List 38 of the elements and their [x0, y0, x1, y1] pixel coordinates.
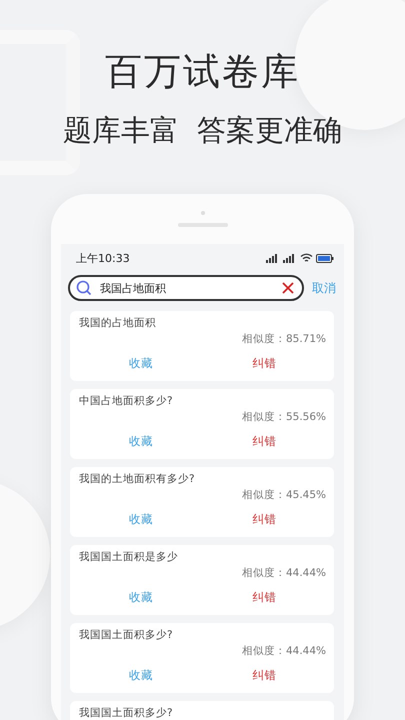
- status-time: 上午10:33: [76, 250, 130, 266]
- similarity-text: 相似度：44.44%: [240, 566, 326, 580]
- report-button[interactable]: 纠错: [252, 356, 276, 371]
- similarity-text: 相似度：45.45%: [240, 488, 326, 502]
- close-icon[interactable]: [282, 282, 294, 294]
- cancel-button[interactable]: 取消: [312, 280, 336, 296]
- favorite-button[interactable]: 收藏: [128, 590, 153, 605]
- signal-icon: [266, 254, 280, 262]
- wifi-icon: [300, 253, 313, 263]
- result-card[interactable]: 我国国土面积多少? 相似度：44.44% 收藏 纠错: [70, 623, 334, 693]
- signal-icon: [283, 254, 297, 262]
- favorite-button[interactable]: 收藏: [128, 668, 153, 683]
- result-card[interactable]: 我国国土面积多少?: [70, 701, 334, 720]
- question-text: 中国占地面积多少?: [79, 394, 174, 408]
- question-text: 我国的占地面积: [79, 316, 157, 330]
- favorite-button[interactable]: 收藏: [128, 356, 153, 371]
- report-button[interactable]: 纠错: [252, 434, 276, 449]
- battery-icon: [316, 254, 334, 262]
- result-card[interactable]: 我国的土地面积有多少? 相似度：45.45% 收藏 纠错: [70, 467, 334, 537]
- favorite-button[interactable]: 收藏: [128, 434, 153, 449]
- subheadline: 题库丰富 答案更准确: [62, 112, 342, 148]
- favorite-button[interactable]: 收藏: [128, 512, 153, 527]
- question-text: 我国国土面积是多少: [79, 550, 179, 564]
- similarity-text: 相似度：44.44%: [240, 644, 326, 658]
- result-card[interactable]: 我国国土面积是多少 相似度：44.44% 收藏 纠错: [70, 545, 334, 615]
- result-card[interactable]: 中国占地面积多少? 相似度：55.56% 收藏 纠错: [70, 389, 334, 459]
- question-text: 我国的土地面积有多少?: [79, 472, 196, 486]
- search-field[interactable]: 我国占地面积: [68, 275, 304, 301]
- report-button[interactable]: 纠错: [252, 590, 276, 605]
- similarity-text: 相似度：85.71%: [240, 332, 326, 346]
- question-text: 我国国土面积多少?: [79, 706, 174, 720]
- report-button[interactable]: 纠错: [252, 512, 276, 527]
- headline: 百万试卷库: [105, 50, 300, 94]
- search-icon: [76, 280, 92, 296]
- result-card[interactable]: 我国的占地面积 相似度：85.71% 收藏 纠错: [70, 311, 334, 381]
- similarity-text: 相似度：55.56%: [240, 410, 326, 424]
- report-button[interactable]: 纠错: [252, 668, 276, 683]
- question-text: 我国国土面积多少?: [79, 628, 174, 642]
